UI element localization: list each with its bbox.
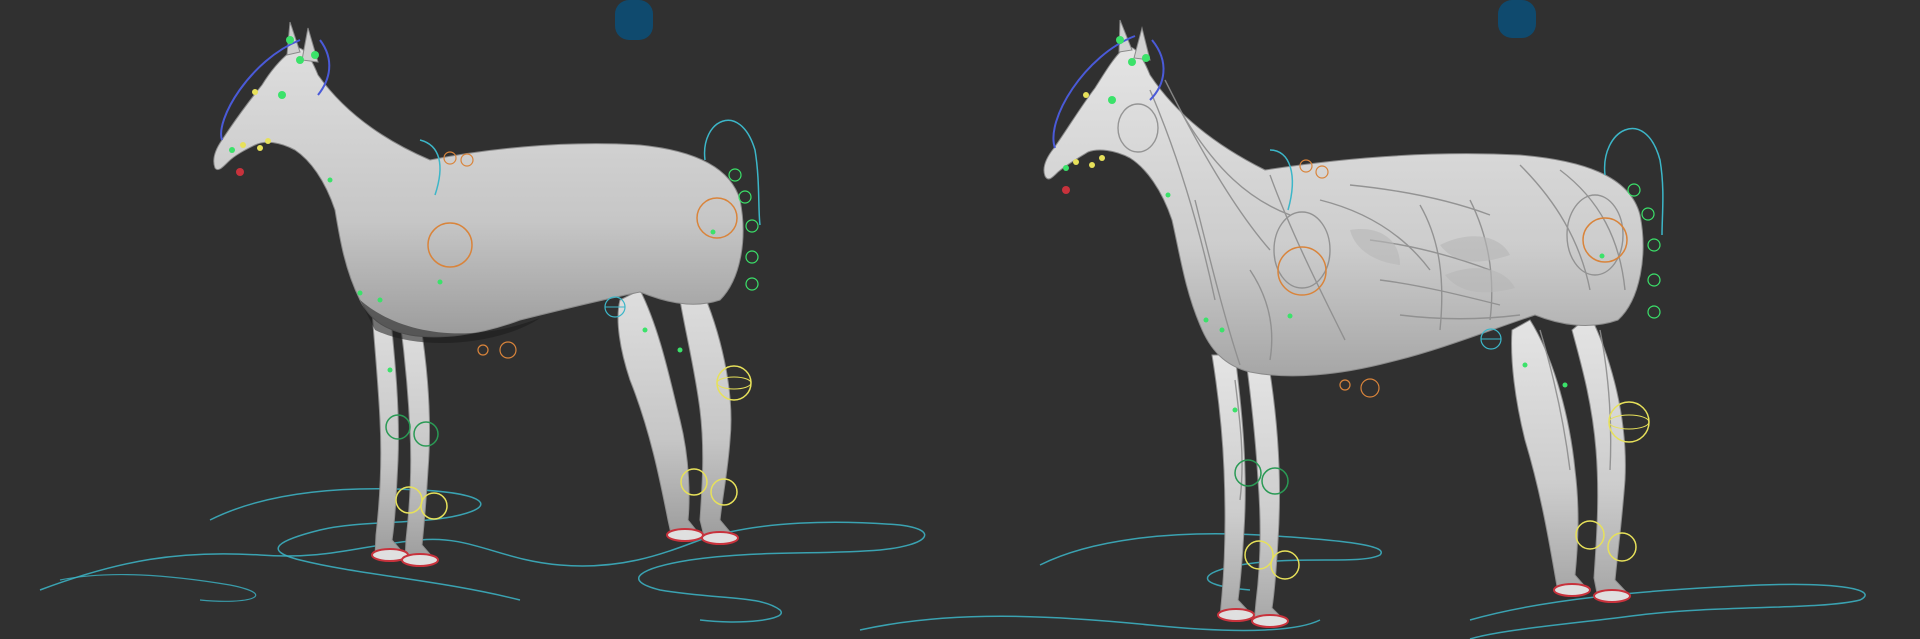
muscle-system-horse[interactable] bbox=[859, 19, 1866, 639]
3d-viewport[interactable] bbox=[0, 0, 1920, 639]
viewport-scene[interactable] bbox=[0, 0, 1920, 639]
light-marker-icon[interactable] bbox=[615, 0, 653, 40]
smooth-skin-horse[interactable] bbox=[39, 21, 926, 623]
light-marker-icon[interactable] bbox=[1498, 0, 1536, 38]
